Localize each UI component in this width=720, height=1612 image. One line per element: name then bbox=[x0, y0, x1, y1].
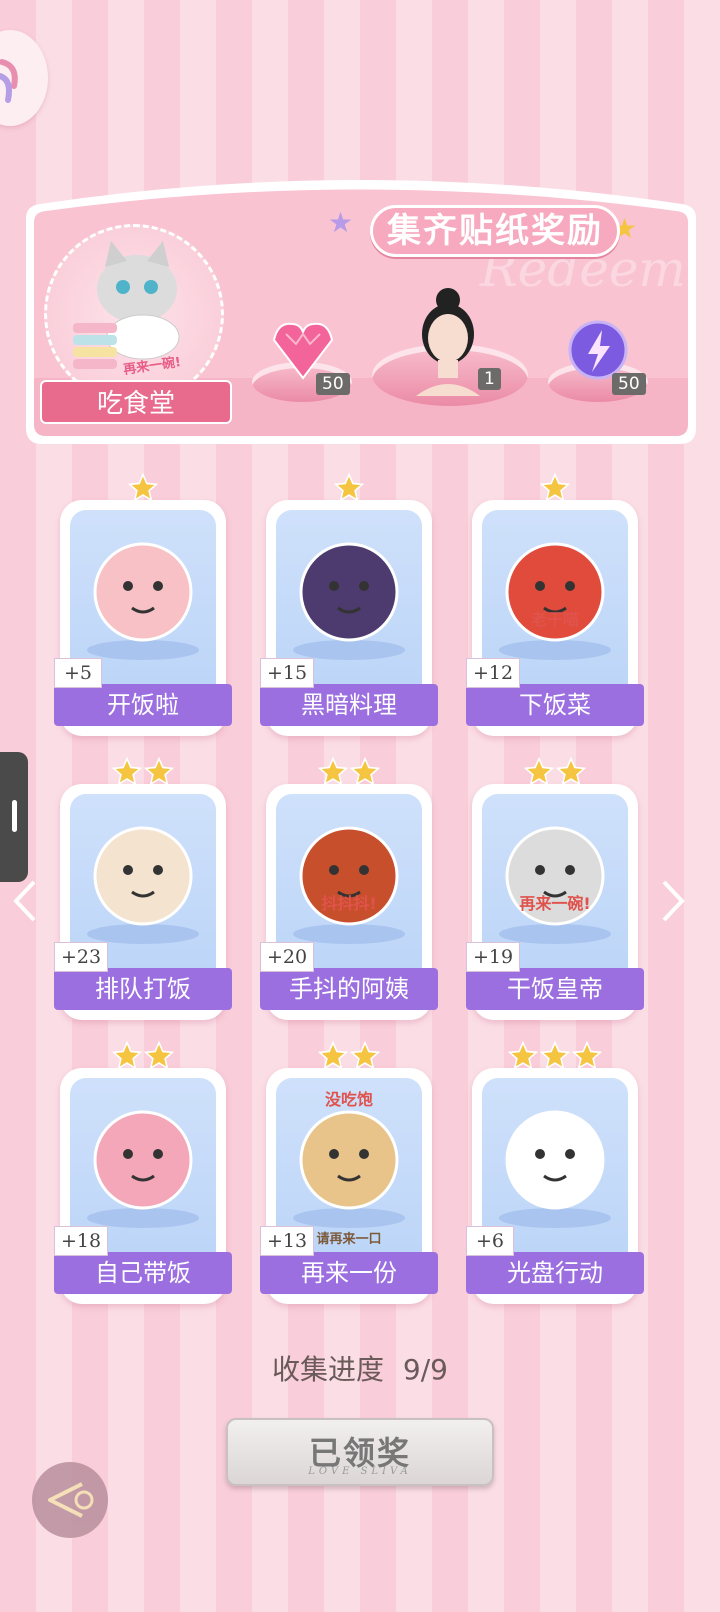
claimed-button-sub: LOVE SLIVA bbox=[308, 1466, 412, 1477]
lunchbox-icon bbox=[87, 1110, 199, 1228]
card-label: 自己带饭 bbox=[54, 1252, 232, 1294]
card-label: 手抖的阿姨 bbox=[260, 968, 438, 1010]
star-icon bbox=[523, 756, 555, 788]
card-label: 开饭啦 bbox=[54, 684, 232, 726]
card-stars bbox=[266, 756, 432, 792]
card-bonus: +23 bbox=[54, 942, 109, 972]
star-deco-icon: ★ bbox=[328, 206, 354, 239]
card-bonus: +15 bbox=[260, 658, 315, 688]
sticker-card[interactable]: 自己带饭 +18 bbox=[54, 1040, 232, 1304]
avatar-label: 吃食堂 bbox=[40, 380, 232, 424]
dark-dish-icon bbox=[293, 542, 405, 660]
card-bonus: +13 bbox=[260, 1226, 315, 1256]
star-icon bbox=[317, 756, 349, 788]
sticker-card[interactable]: 光盘行动 +6 bbox=[466, 1040, 644, 1304]
card-label: 干饭皇帝 bbox=[466, 968, 644, 1010]
card-stars bbox=[472, 756, 638, 792]
star-icon bbox=[333, 472, 365, 504]
reward-count: 1 bbox=[478, 368, 501, 390]
prev-page-arrow-icon[interactable] bbox=[12, 878, 38, 928]
card-stars bbox=[472, 472, 638, 508]
star-icon bbox=[111, 1040, 143, 1072]
star-icon bbox=[143, 1040, 175, 1072]
back-arrow-icon bbox=[48, 1482, 94, 1518]
card-stars bbox=[266, 472, 432, 508]
cat-avatar: 再来一碗! bbox=[44, 224, 224, 404]
card-label: 排队打饭 bbox=[54, 968, 232, 1010]
star-icon bbox=[349, 1040, 381, 1072]
star-icon bbox=[111, 756, 143, 788]
sticker-card[interactable]: 没吃饱 请再来一口 再来一份 +13 bbox=[260, 1040, 438, 1304]
cat-bowl-icon bbox=[499, 826, 611, 944]
star-icon bbox=[571, 1040, 603, 1072]
star-icon bbox=[143, 756, 175, 788]
card-stars bbox=[60, 472, 226, 508]
ladle-icon bbox=[293, 826, 405, 944]
bunny-plate-icon bbox=[499, 1110, 611, 1228]
star-icon bbox=[127, 472, 159, 504]
sticker-card[interactable]: 黑暗料理 +15 bbox=[260, 472, 438, 736]
claimed-button[interactable]: 已领奖 LOVE SLIVA bbox=[226, 1418, 494, 1486]
next-page-arrow-icon[interactable] bbox=[660, 878, 686, 928]
card-art-text: 老干喵 bbox=[530, 610, 579, 629]
card-label: 再来一份 bbox=[260, 1252, 438, 1294]
pinwheel-icon bbox=[0, 59, 18, 103]
sticker-card[interactable]: 再来一碗! 干饭皇帝 +19 bbox=[466, 756, 644, 1020]
card-stars bbox=[472, 1040, 638, 1076]
star-icon bbox=[539, 1040, 571, 1072]
card-label: 下饭菜 bbox=[466, 684, 644, 726]
card-bonus: +5 bbox=[54, 658, 102, 688]
card-art-text: 再来一碗! bbox=[519, 894, 591, 913]
reward-count: 50 bbox=[316, 373, 350, 395]
card-bonus: +19 bbox=[466, 942, 521, 972]
star-icon bbox=[539, 472, 571, 504]
card-stars bbox=[60, 1040, 226, 1076]
top-left-menu-button[interactable] bbox=[0, 30, 48, 126]
card-bonus: +18 bbox=[54, 1226, 109, 1256]
lady-portrait bbox=[408, 286, 488, 400]
progress-value: 9/9 bbox=[402, 1353, 448, 1386]
side-drawer-handle[interactable] bbox=[0, 752, 28, 882]
banner-title: 集齐贴纸奖励 bbox=[370, 205, 620, 257]
card-bonus: +6 bbox=[466, 1226, 514, 1256]
pig-icon bbox=[87, 542, 199, 660]
progress-label: 收集进度 bbox=[272, 1353, 385, 1386]
sticker-card[interactable]: 老干喵下饭菜 +12 bbox=[466, 472, 644, 736]
card-art-text: 抖抖抖! bbox=[321, 894, 377, 913]
card-bonus: +20 bbox=[260, 942, 315, 972]
collection-progress: 收集进度 9/9 bbox=[0, 1348, 720, 1388]
star-icon bbox=[555, 756, 587, 788]
card-stars bbox=[266, 1040, 432, 1076]
star-icon bbox=[349, 756, 381, 788]
card-art-text: 没吃饱 bbox=[324, 1090, 373, 1109]
sticker-card[interactable]: 排队打饭 +23 bbox=[54, 756, 232, 1020]
sticker-card[interactable]: 开饭啦 +5 bbox=[54, 472, 232, 736]
star-icon bbox=[507, 1040, 539, 1072]
chili-jar-icon bbox=[499, 542, 611, 660]
back-button[interactable] bbox=[32, 1462, 108, 1538]
card-stars bbox=[60, 756, 226, 792]
star-icon bbox=[317, 1040, 349, 1072]
card-label: 黑暗料理 bbox=[260, 684, 438, 726]
sticker-card[interactable]: 抖抖抖! 手抖的阿姨 +20 bbox=[260, 756, 438, 1020]
card-bonus: +12 bbox=[466, 658, 521, 688]
queue-animals-icon bbox=[87, 826, 199, 944]
card-label: 光盘行动 bbox=[466, 1252, 644, 1294]
reward-count: 50 bbox=[612, 373, 646, 395]
